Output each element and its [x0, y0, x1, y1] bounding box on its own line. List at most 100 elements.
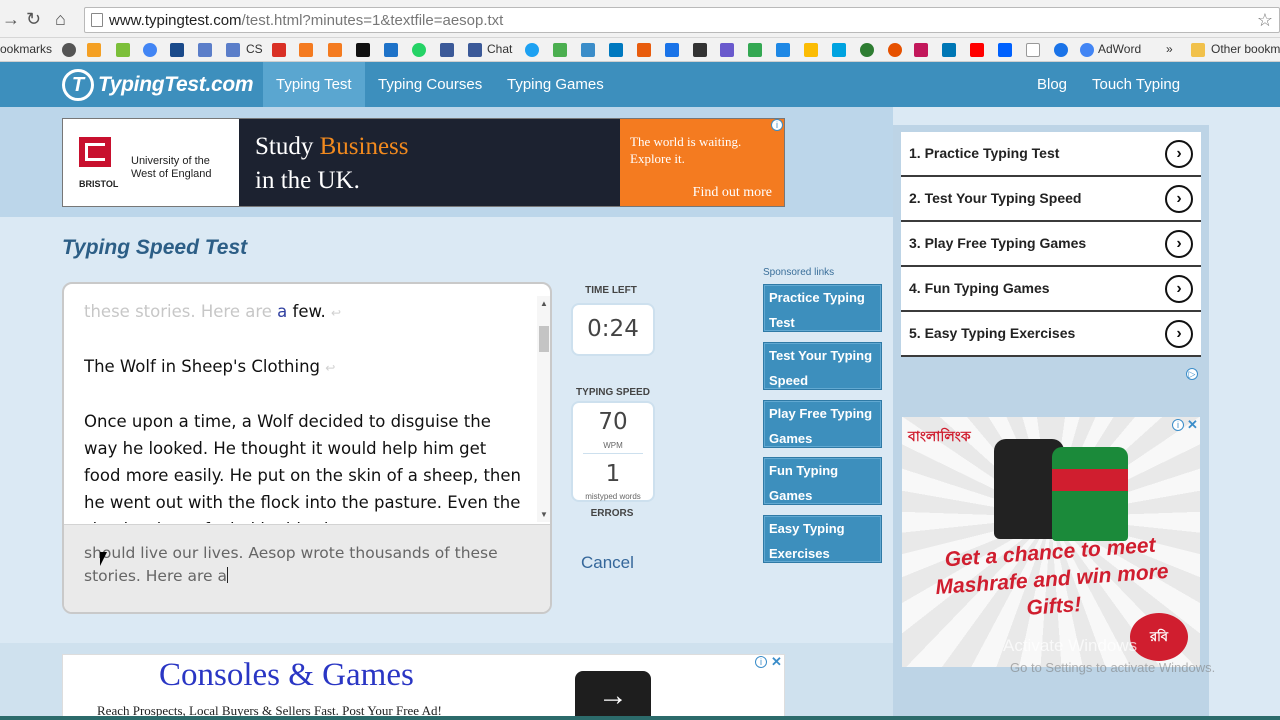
- address-bar[interactable]: www.typingtest.com/test.html?minutes=1&t…: [84, 7, 1280, 33]
- chevron-right-icon[interactable]: ›: [1165, 320, 1193, 348]
- practice-list-item[interactable]: 4. Fun Typing Games ›: [901, 267, 1201, 312]
- sponsored-label: Sponsored links: [763, 267, 835, 278]
- bookmark-icon[interactable]: [299, 43, 313, 57]
- top-advertisement[interactable]: University of the West of England BRISTOL…: [62, 118, 785, 207]
- practice-list-item[interactable]: 5. Easy Typing Exercises ›: [901, 312, 1201, 357]
- whatsapp-icon[interactable]: [412, 43, 426, 57]
- chevron-right-icon[interactable]: ›: [1165, 140, 1193, 168]
- jersey-image: [1052, 447, 1128, 541]
- youtube-icon[interactable]: [970, 43, 984, 57]
- calendar-icon[interactable]: [720, 43, 734, 57]
- side-advertisement[interactable]: বাংলালিংক Get a chance to meet Mashrafe …: [902, 417, 1200, 667]
- arrow-right-icon[interactable]: →: [575, 671, 651, 719]
- bookmark-cs[interactable]: CS: [246, 42, 263, 56]
- nav-typing-test[interactable]: Typing Test: [263, 62, 365, 107]
- trello-icon[interactable]: [609, 43, 623, 57]
- scroll-thumb[interactable]: [539, 326, 549, 352]
- close-icon[interactable]: ✕: [1187, 417, 1198, 433]
- bookmark-icon[interactable]: [328, 43, 342, 57]
- google-icon[interactable]: [1080, 43, 1094, 57]
- typing-input[interactable]: should live our lives. Aesop wrote thous…: [64, 524, 550, 612]
- linkedin-icon[interactable]: [942, 43, 956, 57]
- adchoices-icon[interactable]: i: [755, 656, 767, 668]
- reload-icon[interactable]: ↻: [26, 9, 41, 29]
- drive-icon[interactable]: [804, 43, 818, 57]
- cancel-link[interactable]: Cancel: [581, 553, 634, 573]
- nav-typing-games[interactable]: Typing Games: [494, 62, 617, 107]
- twitter-icon[interactable]: [525, 43, 539, 57]
- ad-bottom-title[interactable]: Consoles & Games: [159, 657, 414, 694]
- bookmark-icon[interactable]: [116, 43, 130, 57]
- bookmark-icon[interactable]: [62, 43, 76, 57]
- site-logo[interactable]: T TypingTest.com: [62, 68, 254, 102]
- folder-icon[interactable]: [1191, 43, 1205, 57]
- bookmark-star-icon[interactable]: ☆: [1257, 10, 1273, 31]
- calendar-icon[interactable]: [226, 43, 240, 57]
- bookmark-icon[interactable]: [776, 43, 790, 57]
- adchoices-icon[interactable]: i: [771, 119, 783, 131]
- adchoices-icon[interactable]: i: [1172, 419, 1184, 431]
- ad-headline-a: Study: [255, 133, 320, 160]
- nav-typing-courses[interactable]: Typing Courses: [365, 62, 495, 107]
- scroll-up-icon[interactable]: ▲: [540, 299, 548, 308]
- gmail-icon[interactable]: [272, 43, 286, 57]
- bookmark-icon[interactable]: [581, 43, 595, 57]
- bookmark-icon[interactable]: [832, 43, 846, 57]
- chevron-right-icon[interactable]: ›: [1165, 275, 1193, 303]
- adchoices-icon[interactable]: ▷: [1186, 368, 1198, 380]
- bookmark-icon[interactable]: [356, 43, 370, 57]
- chart-icon[interactable]: [637, 43, 651, 57]
- facebook-icon[interactable]: [440, 43, 454, 57]
- calendar-icon[interactable]: [198, 43, 212, 57]
- bookmark-chat[interactable]: Chat: [487, 42, 512, 56]
- nav-touch-typing[interactable]: Touch Typing: [1079, 62, 1193, 107]
- other-bookmarks[interactable]: Other bookm: [1211, 42, 1280, 56]
- facebook-icon[interactable]: [468, 43, 482, 57]
- typing-speed-label: TYPING SPEED: [576, 387, 650, 398]
- practice-list-item[interactable]: 2. Test Your Typing Speed ›: [901, 177, 1201, 222]
- bookmark-icon[interactable]: [87, 43, 101, 57]
- bookmark-icon[interactable]: [914, 43, 928, 57]
- close-icon[interactable]: ✕: [771, 654, 782, 670]
- windows-watermark: Activate Windows: [1003, 636, 1138, 655]
- nav-blog[interactable]: Blog: [1024, 62, 1080, 107]
- bookmark-icon[interactable]: [860, 43, 874, 57]
- bookmark-icon[interactable]: [693, 43, 707, 57]
- dropbox-icon[interactable]: [998, 43, 1012, 57]
- ad-headline-c: in the UK.: [255, 167, 360, 194]
- home-icon[interactable]: ⌂: [55, 9, 66, 29]
- sponsored-link[interactable]: Play Free Typing Games: [763, 400, 882, 448]
- passage-text: these stories. Here are a few. ↩ The Wol…: [84, 298, 524, 523]
- bookmark-icon[interactable]: [748, 43, 762, 57]
- sponsored-link[interactable]: Easy Typing Exercises: [763, 515, 882, 563]
- mail-icon[interactable]: [665, 43, 679, 57]
- practice-list-item[interactable]: 3. Play Free Typing Games ›: [901, 222, 1201, 267]
- cloud-icon[interactable]: [1054, 43, 1068, 57]
- outlook-icon[interactable]: [384, 43, 398, 57]
- bookmark-adword[interactable]: AdWord: [1098, 42, 1141, 56]
- typing-text-box[interactable]: these stories. Here are a few. ↩ The Wol…: [62, 282, 552, 614]
- ad-cta-panel[interactable]: The world is waiting. Explore it. Find ou…: [620, 119, 784, 206]
- page-icon[interactable]: [1026, 43, 1040, 57]
- sponsored-link[interactable]: Test Your Typing Speed: [763, 342, 882, 390]
- forward-icon[interactable]: →: [2, 9, 20, 29]
- chevron-right-icon[interactable]: ›: [1165, 185, 1193, 213]
- ad-org-line1: University of the: [131, 155, 210, 167]
- bottom-advertisement[interactable]: Consoles & Games Reach Prospects, Local …: [62, 654, 785, 720]
- bookmark-icon[interactable]: [888, 43, 902, 57]
- sponsored-link[interactable]: Practice Typing Test: [763, 284, 882, 332]
- practice-list-item[interactable]: 1. Practice Typing Test ›: [901, 132, 1201, 177]
- ad-cta-link[interactable]: Find out more: [693, 185, 772, 201]
- passage-paragraph: Once upon a time, a Wolf decided to disg…: [84, 412, 522, 523]
- uwe-logo: University of the West of England BRISTOL: [63, 119, 239, 206]
- bookmarks-label[interactable]: ookmarks: [0, 42, 52, 56]
- passage-scrollbar[interactable]: ▲ ▼: [537, 296, 550, 522]
- google-icon[interactable]: [143, 43, 157, 57]
- more-bookmarks-icon[interactable]: »: [1166, 42, 1173, 56]
- chevron-right-icon[interactable]: ›: [1165, 230, 1193, 258]
- bookmark-icon[interactable]: [170, 43, 184, 57]
- page-icon: [91, 13, 103, 27]
- sponsored-link[interactable]: Fun Typing Games: [763, 457, 882, 505]
- bookmark-icon[interactable]: [553, 43, 567, 57]
- scroll-down-icon[interactable]: ▼: [540, 510, 548, 519]
